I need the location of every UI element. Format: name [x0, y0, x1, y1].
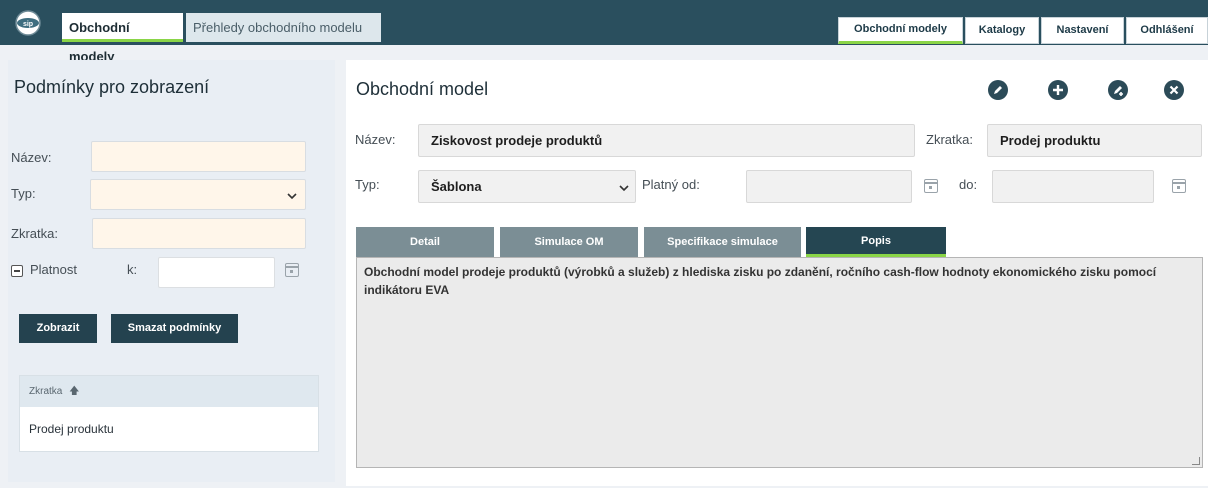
model-type-select[interactable]: Šablona	[418, 170, 636, 203]
valid-to-input[interactable]	[992, 170, 1154, 203]
tab-popis[interactable]: Popis	[806, 227, 946, 257]
calendar-icon[interactable]	[924, 179, 938, 193]
clear-conditions-button[interactable]: Smazat podmínky	[111, 314, 238, 343]
show-button[interactable]: Zobrazit	[19, 314, 97, 343]
list-item[interactable]: Prodej produktu	[20, 407, 318, 451]
calendar-icon[interactable]	[1172, 179, 1186, 193]
svg-text:sip: sip	[23, 21, 33, 28]
filter-name-input[interactable]	[91, 141, 306, 172]
tab-specifikace-simulace[interactable]: Specifikace simulace	[644, 227, 801, 257]
description-text: Obchodní model prodeje produktů (výrobků…	[364, 265, 1157, 297]
model-name-label: Název:	[355, 132, 396, 147]
validity-date-input[interactable]	[158, 257, 275, 288]
sip-logo[interactable]: sip	[8, 10, 48, 36]
sort-arrow-up-icon: 🡅	[69, 386, 80, 397]
filter-abbr-input[interactable]	[92, 218, 306, 249]
model-name-input[interactable]: Ziskovost prodeje produktů	[418, 124, 915, 157]
resize-handle-icon[interactable]	[1192, 457, 1200, 465]
nav-odhlaseni[interactable]: Odhlášení	[1126, 17, 1208, 44]
collapse-icon[interactable]	[11, 265, 23, 277]
list-header-label: Zkratka	[29, 386, 63, 397]
description-textarea[interactable]: Obchodní model prodeje produktů (výrobků…	[356, 257, 1203, 468]
add-icon[interactable]	[1048, 80, 1068, 100]
model-abbr-label: Zkratka:	[926, 132, 973, 147]
model-title: Obchodní model	[356, 79, 489, 99]
filter-name-label: Název:	[11, 150, 52, 165]
model-panel: Obchodní model Název: Ziskovost prodeje …	[346, 60, 1208, 486]
model-type-value: Šablona	[431, 179, 482, 194]
results-list: Zkratka 🡅 Prodej produktu	[19, 375, 319, 452]
top-bar: sip Obchodní modely Přehledy obchodního …	[0, 0, 1208, 64]
tab-prehledy-obchodniho-modelu[interactable]: Přehledy obchodního modelu	[186, 13, 381, 42]
validity-label: Platnost	[30, 262, 77, 277]
filter-panel: Podmínky pro zobrazení Název: Typ: Zkrat…	[8, 60, 335, 482]
nav-katalogy[interactable]: Katalogy	[965, 17, 1039, 44]
tab-detail[interactable]: Detail	[356, 227, 494, 257]
valid-from-input[interactable]	[746, 170, 912, 203]
filter-type-label: Typ:	[11, 186, 36, 201]
model-type-label: Typ:	[355, 177, 380, 192]
edit-add-icon[interactable]	[1108, 80, 1128, 100]
close-icon[interactable]	[1164, 80, 1184, 100]
nav-obchodni-modely[interactable]: Obchodní modely	[838, 17, 963, 44]
edit-icon[interactable]	[988, 80, 1008, 100]
valid-from-label: Platný od:	[642, 177, 700, 192]
nav-nastaveni[interactable]: Nastavení	[1041, 17, 1124, 44]
filter-title: Podmínky pro zobrazení	[14, 77, 210, 97]
model-abbr-input[interactable]: Prodej produktu	[987, 124, 1202, 157]
calendar-icon[interactable]	[285, 263, 299, 277]
tab-simulace-om[interactable]: Simulace OM	[500, 227, 638, 257]
validity-k-label: k:	[127, 262, 138, 277]
filter-type-select[interactable]	[90, 179, 306, 210]
filter-abbr-label: Zkratka:	[11, 226, 58, 241]
tab-obchodni-modely[interactable]: Obchodní modely	[62, 13, 183, 64]
list-header[interactable]: Zkratka 🡅	[20, 376, 318, 407]
valid-to-label: do:	[959, 177, 978, 192]
chevron-down-icon	[619, 185, 629, 192]
chevron-down-icon	[287, 193, 297, 200]
